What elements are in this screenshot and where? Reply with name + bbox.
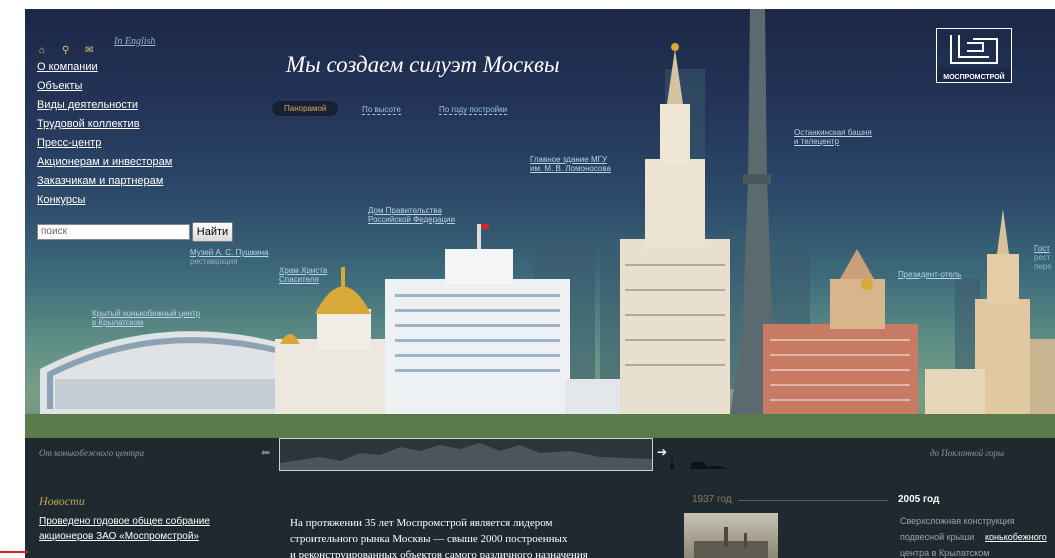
nav-item-objects[interactable]: Объекты <box>37 80 82 92</box>
nav-item-partners[interactable]: Заказчикам и партнерам <box>37 175 163 187</box>
intro-line-3: и реконструированных объектов самого раз… <box>290 549 588 558</box>
year-right[interactable]: 2005 год <box>898 494 939 505</box>
label-ostankino-1[interactable]: Останкинская башня <box>794 128 872 137</box>
label-hotel-1[interactable]: Гост <box>1034 244 1050 253</box>
label-government-1[interactable]: Дом Правительства <box>368 206 442 215</box>
nav-item-contests[interactable]: Конкурсы <box>37 194 85 206</box>
label-krylatskoe-2[interactable]: в Крылатском <box>92 318 143 327</box>
search-icon[interactable]: ⚲ <box>62 45 69 56</box>
news-heading: Новости <box>39 494 85 508</box>
label-ostankino-2[interactable]: и телецентр <box>794 137 839 146</box>
label-government-2[interactable]: Российской Федерации <box>368 215 455 224</box>
arrow-left-icon[interactable]: ⬅ <box>261 446 270 459</box>
label-president-hotel[interactable]: Президент-отель <box>898 270 961 279</box>
right-text-2a: подвесной крыши <box>900 532 975 542</box>
panorama-slider-window[interactable] <box>279 438 653 471</box>
logo-mark-icon: МОСПРОМСТРОЙ <box>937 35 1011 82</box>
year-left[interactable]: 1937 год <box>692 494 732 505</box>
mail-icon[interactable]: ✉ <box>85 45 93 56</box>
page-title: Мы создаем силуэт Москвы <box>286 52 560 77</box>
label-pushkin-1[interactable]: Музей А. С. Пушкина <box>190 248 268 257</box>
nav-item-team[interactable]: Трудовой коллектив <box>37 118 140 130</box>
label-krylatskoe-1[interactable]: Крытый конькобежный центр <box>92 309 200 318</box>
logo-text: МОСПРОМСТРОЙ <box>943 72 1004 81</box>
right-text-1: Сверхсложная конструкция <box>900 516 1015 526</box>
tab-panorama[interactable]: Панорамой <box>272 101 339 116</box>
intro-line-1: На протяжении 35 лет Моспромстрой являет… <box>290 517 553 529</box>
history-photo[interactable] <box>684 513 778 558</box>
search-button[interactable]: Найти <box>192 222 233 242</box>
page: ⌂ ⚲ ✉ In English О компании Объекты Виды… <box>0 0 1055 558</box>
corner-marker <box>0 551 28 553</box>
nav-item-press[interactable]: Пресс-центр <box>37 137 101 149</box>
slider-skyline-icon <box>280 443 652 470</box>
label-mgu-1[interactable]: Главное здание МГУ <box>530 155 607 164</box>
english-link[interactable]: In English <box>114 36 155 47</box>
intro-line-2: строительного рынка Москвы — свыше 2000 … <box>290 533 568 545</box>
slider-tail-skyline-icon <box>670 456 730 469</box>
footer-area: От конькобежного центра ⬅ ➔ до Поклонной… <box>25 438 1055 558</box>
news-item-1[interactable]: Проведено годовое общее собрание <box>39 516 210 527</box>
label-mgu-2[interactable]: им. М. В. Ломоносова <box>530 164 611 173</box>
tab-by-year[interactable]: По году постройки <box>439 105 508 115</box>
hero-panorama: ⌂ ⚲ ✉ In English О компании Объекты Виды… <box>25 9 1055 438</box>
search-input[interactable]: поиск <box>37 224 190 240</box>
label-christ-1[interactable]: Храм Христа <box>279 266 327 275</box>
arrow-right-icon[interactable]: ➔ <box>657 445 667 459</box>
label-hotel-3: пере <box>1034 262 1052 271</box>
company-logo[interactable]: МОСПРОМСТРОЙ <box>936 28 1012 83</box>
slider-left-label: От конькобежного центра <box>39 448 145 458</box>
photo-buildings-icon <box>694 527 768 558</box>
news-item-2[interactable]: акционеров ЗАО «Моспромстрой» <box>39 531 199 542</box>
right-text-link[interactable]: конькобежного <box>985 532 1047 542</box>
label-christ-2[interactable]: Спасителя <box>279 275 319 284</box>
tab-by-height[interactable]: По высоте <box>362 105 401 115</box>
nav-item-investors[interactable]: Акционерам и инвесторам <box>37 156 172 168</box>
home-icon[interactable]: ⌂ <box>39 45 45 56</box>
right-text-3: центра в Крылатском <box>900 548 990 558</box>
nav-item-company[interactable]: О компании <box>37 61 98 73</box>
slider-right-label: до Поклонной горы <box>930 448 1005 458</box>
nav-item-activities[interactable]: Виды деятельности <box>37 99 138 111</box>
label-pushkin-2: реставрация <box>190 257 238 266</box>
timeline-line <box>738 500 888 501</box>
label-hotel-2: рест <box>1034 253 1051 262</box>
